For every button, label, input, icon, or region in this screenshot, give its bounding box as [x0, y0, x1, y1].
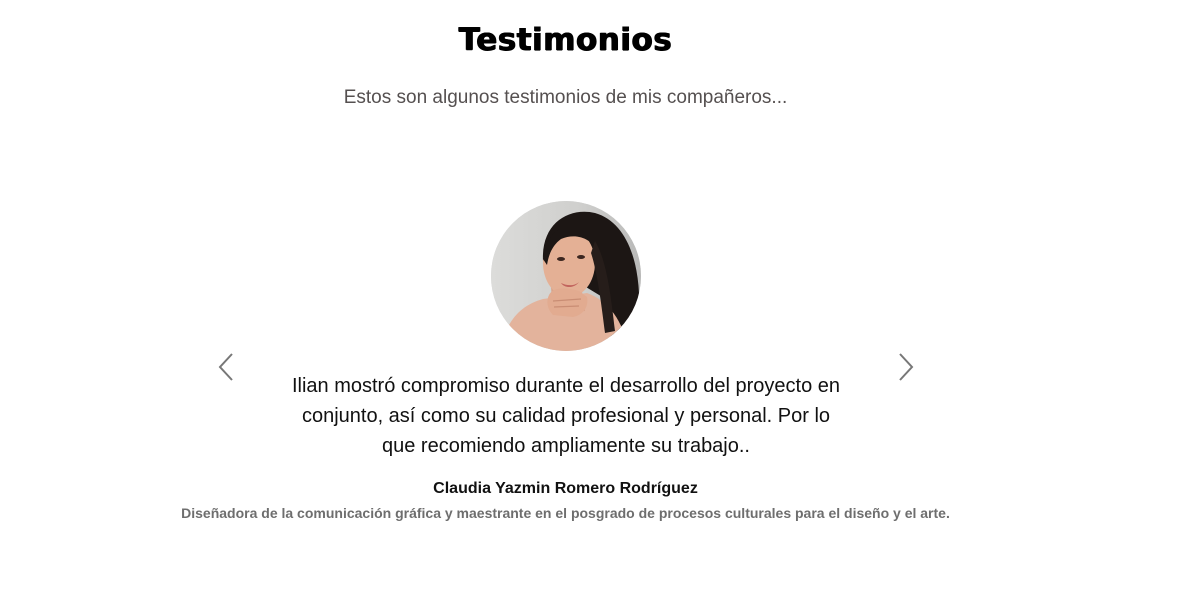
- avatar: [491, 201, 641, 351]
- testimonials-section: Testimonios Estos son algunos testimonio…: [0, 0, 1178, 600]
- testimonial-carousel: Ilian mostró compromiso durante el desar…: [0, 0, 1178, 600]
- testimonial-quote: Ilian mostró compromiso durante el desar…: [291, 375, 841, 457]
- chevron-right-icon: [899, 353, 914, 381]
- testimonial-author-role: Diseñadora de la comunicación gráfica y …: [181, 505, 950, 521]
- previous-button[interactable]: [214, 350, 238, 384]
- avatar-photo: [491, 201, 641, 351]
- testimonial-author: Claudia Yazmin Romero Rodríguez: [433, 480, 698, 497]
- next-button[interactable]: [894, 350, 918, 384]
- chevron-left-icon: [218, 353, 233, 381]
